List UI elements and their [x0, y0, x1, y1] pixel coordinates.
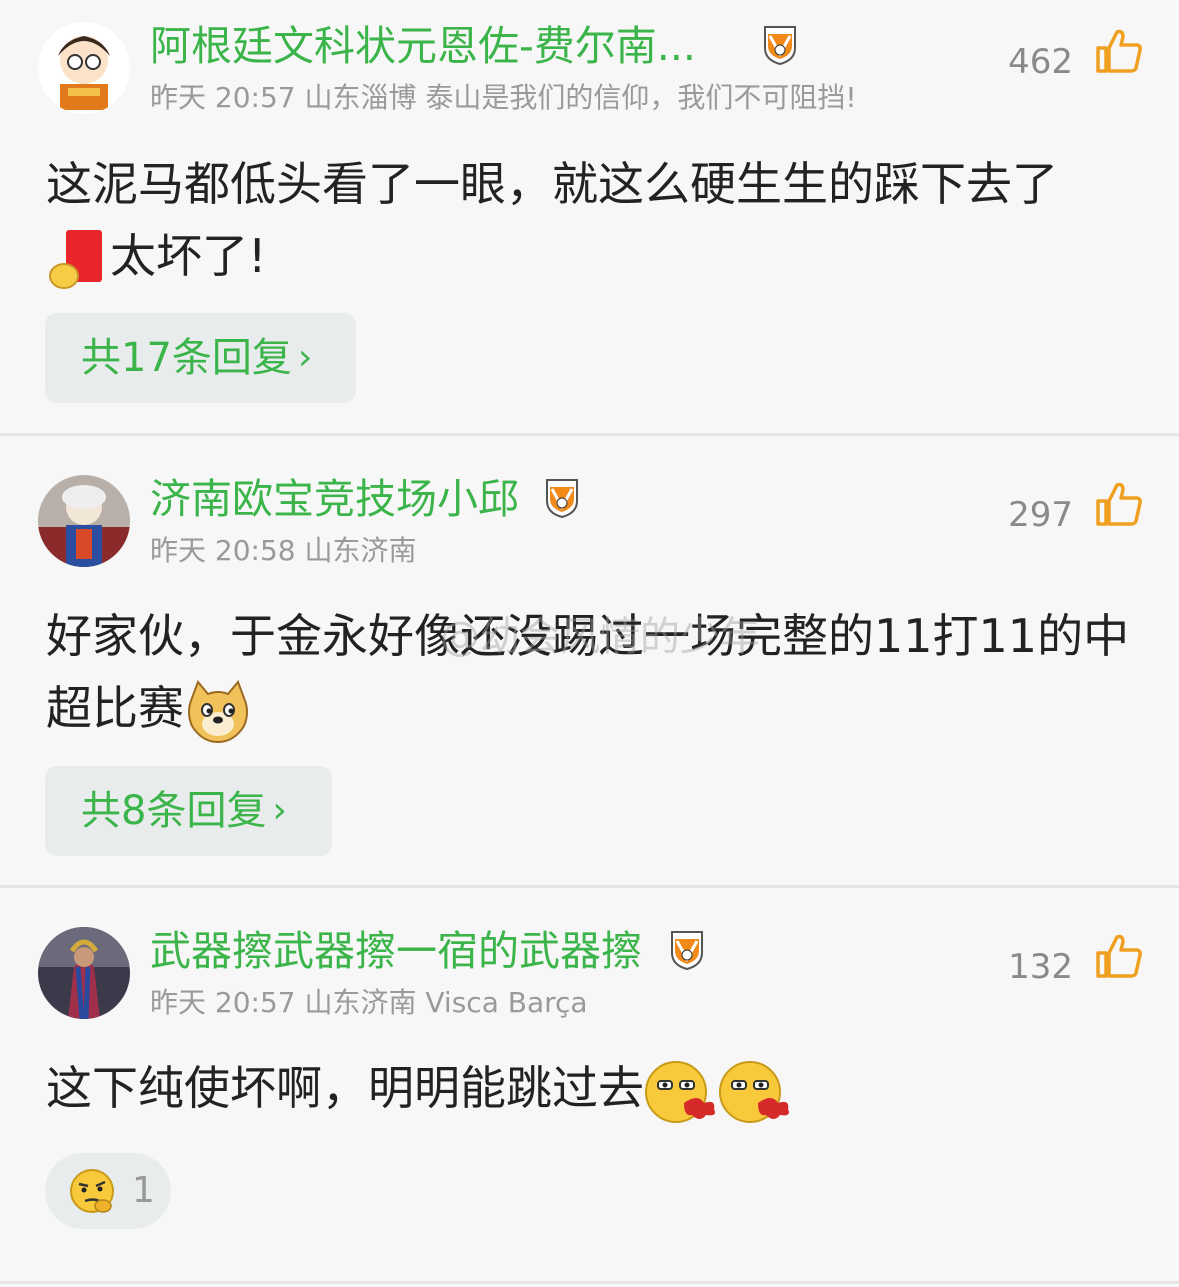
thumbs-up-icon[interactable]: [1095, 481, 1143, 527]
tsfc-badge-icon: [671, 931, 703, 971]
username[interactable]: 济南欧宝竞技场小邱: [150, 473, 519, 525]
comment-text-line: 这下纯使坏啊，明明能跳过去: [46, 1052, 1161, 1125]
view-replies-button[interactable]: 共8条回复 ›: [45, 766, 332, 856]
like-count: 297: [1008, 495, 1073, 535]
replies-label: 共8条回复: [81, 788, 267, 834]
tsfc-badge-icon: [546, 479, 578, 519]
comment-meta: 昨天 20:58 山东济南: [150, 534, 417, 567]
username[interactable]: 阿根廷文科状元恩佐-费尔南...: [150, 20, 696, 72]
view-replies-button[interactable]: 共17条回复 ›: [45, 313, 356, 403]
avatar[interactable]: [38, 927, 130, 1019]
comment-text-span: 超比赛: [46, 681, 184, 735]
comment-text: 这下纯使坏啊，明明能跳过去: [46, 1052, 1161, 1125]
comment-meta: 昨天 20:57 山东淄博 泰山是我们的信仰，我们不可阻挡!: [150, 81, 857, 114]
comment-item: 阿根廷文科状元恩佐-费尔南... 昨天 20:57 山东淄博 泰山是我们的信仰，…: [0, 0, 1179, 434]
comment-text: 好家伙，于金永好像还没踢过一场完整的11打11的中 超比赛: [46, 600, 1161, 746]
username[interactable]: 武器擦武器擦一宿的武器擦: [150, 925, 642, 977]
doge-emoji: [188, 679, 248, 743]
spit-blood-emoji: [719, 1060, 789, 1123]
reaction-count: 1: [132, 1170, 155, 1211]
thinking-emoji: [70, 1169, 114, 1213]
avatar[interactable]: [38, 475, 130, 567]
comment-text-line: 好家伙，于金永好像还没踢过一场完整的11打11的中: [46, 609, 1130, 663]
like-count: 132: [1008, 947, 1073, 987]
thumbs-up-icon[interactable]: [1095, 933, 1143, 979]
tsfc-badge-icon: [764, 26, 796, 66]
comment-text-line: 太坏了!: [46, 220, 1161, 292]
comment-item: 武器擦武器擦一宿的武器擦 昨天 20:57 山东济南 Visca Barça 1…: [0, 888, 1179, 1287]
thumbs-up-icon[interactable]: [1095, 28, 1143, 74]
comment-meta: 昨天 20:57 山东济南 Visca Barça: [150, 986, 588, 1019]
comment-text-span: 太坏了!: [110, 229, 267, 283]
reaction-button[interactable]: 1: [45, 1153, 171, 1229]
spit-blood-emoji: [645, 1060, 715, 1123]
comment-item: 济南欧宝竞技场小邱 昨天 20:58 山东济南 297 好家伙，于金永好像还没踢…: [0, 436, 1179, 886]
chevron-right-icon: ›: [272, 790, 287, 831]
comment-text-span: 这下纯使坏啊，明明能跳过去: [46, 1061, 644, 1115]
comment-text-line: 这泥马都低头看了一眼，就这么硬生生的踩下去了: [46, 157, 1058, 211]
divider: [0, 1281, 1179, 1284]
red-card-emoji: [49, 229, 102, 289]
chevron-right-icon: ›: [297, 337, 313, 378]
comment-text: 这泥马都低头看了一眼，就这么硬生生的踩下去了 太坏了!: [46, 148, 1161, 292]
comment-text-line: 超比赛: [46, 672, 1161, 746]
like-count: 462: [1008, 42, 1073, 82]
avatar[interactable]: [38, 22, 130, 114]
replies-label: 共17条回复: [81, 335, 292, 381]
